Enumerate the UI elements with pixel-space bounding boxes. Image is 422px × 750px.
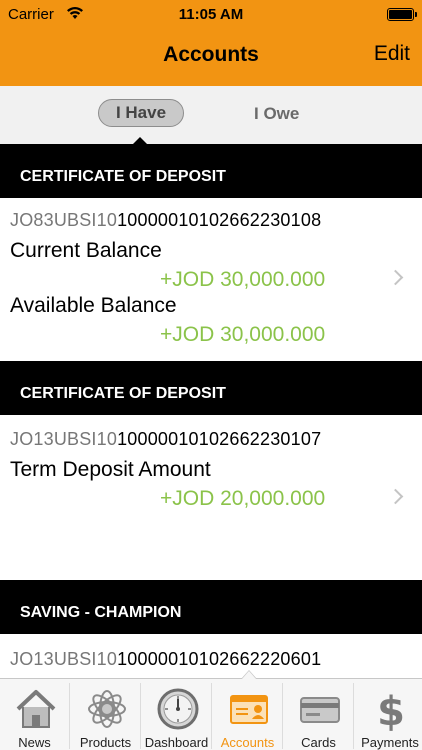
account-number: JO83UBSI101000001010266223010​8 [10,210,321,231]
tab-label: Products [79,735,132,750]
tab-bar: News Products Dashboard Accounts Cards $… [0,670,422,750]
account-number-rest: 1000001010266223010​8 [117,210,322,230]
account-number-rest: 10000010102662220601 [117,649,322,669]
id-card-icon [230,695,268,724]
section-header: SAVING - CHAMPION [0,580,422,634]
balance-label: Available Balance [10,294,177,317]
chevron-right-icon [387,269,404,286]
segment-i-owe[interactable]: I Owe [254,104,299,124]
section-header: CERTIFICATE OF DEPOSIT [0,144,422,198]
tab-accounts[interactable]: Accounts [213,683,283,750]
tab-label: Accounts [220,735,275,750]
segment-i-have[interactable]: I Have [98,99,184,127]
balance-amount: +JOD 30,000.000 [160,323,326,346]
active-tab-caret [241,670,257,679]
account-number-prefix: JO13UBSI10 [10,649,118,669]
balance-amount: +JOD 30,000.000 [160,268,326,291]
edit-button[interactable]: Edit [374,42,410,66]
tab-products[interactable]: Products [71,683,141,750]
battery-icon [387,8,417,21]
balance-label: Current Balance [10,239,162,262]
account-number: JO13UBSI1010000010102662230107 [10,429,321,450]
section-header: CERTIFICATE OF DEPOSIT [0,361,422,415]
have-owe-segment: I Have I Owe [0,86,422,145]
gauge-icon [157,688,199,730]
accounts-list[interactable]: CERTIFICATE OF DEPOSIT JO83UBSI101000001… [0,144,422,678]
page-title: Accounts [163,43,259,66]
app-header: Carrier 11:05 AM Accounts Edit [0,0,422,86]
dollar-icon: $ [377,689,405,733]
tab-payments[interactable]: $ Payments [355,683,422,750]
credit-card-icon [300,697,340,723]
house-icon [16,690,56,728]
account-number-rest: 10000010102662230107 [117,429,322,449]
tab-label: News [18,735,51,750]
tab-dashboard[interactable]: Dashboard [142,683,212,750]
balance-label: Term Deposit Amount [10,458,211,481]
tab-label: Cards [301,735,336,750]
tab-label: Payments [361,735,419,750]
account-number-prefix: JO83UBSI10 [10,210,118,230]
status-bar: Carrier 11:05 AM [0,0,422,30]
balance-amount: +JOD 20,000.000 [160,487,326,510]
account-number-prefix: JO13UBSI10 [10,429,118,449]
account-number: JO13UBSI1010000010102662220601 [10,649,321,670]
tab-cards[interactable]: Cards [284,683,354,750]
status-time: 11:05 AM [178,6,244,23]
chevron-right-icon [387,488,404,505]
flower-icon [88,690,126,728]
tab-label: Dashboard [144,735,209,750]
svg-text:$: $ [377,689,405,733]
tab-news[interactable]: News [0,683,70,750]
